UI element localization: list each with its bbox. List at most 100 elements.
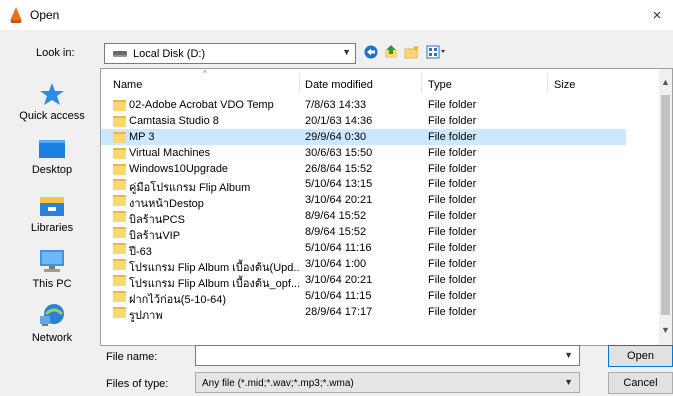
column-type[interactable]: Type bbox=[428, 79, 452, 91]
back-arrow-icon[interactable] bbox=[364, 45, 378, 62]
place-label: Quick access bbox=[19, 110, 85, 122]
file-name-cell: Virtual Machines bbox=[129, 146, 211, 159]
type-cell: File folder bbox=[428, 99, 477, 111]
places-bar: Quick access Desktop Libraries This PC N… bbox=[5, 70, 99, 350]
folder-icon bbox=[113, 179, 126, 191]
file-row[interactable]: ปี-63 5/10/64 11:16 File folder bbox=[101, 240, 626, 258]
type-cell: File folder bbox=[428, 178, 477, 191]
type-cell: File folder bbox=[428, 194, 477, 207]
date-modified-cell: 3/10/64 1:00 bbox=[305, 257, 367, 270]
date-modified-cell: 5/10/64 11:16 bbox=[305, 242, 372, 255]
file-name-cell: Windows10Upgrade bbox=[129, 162, 229, 175]
title-bar: Open × bbox=[0, 0, 673, 30]
file-row[interactable]: MP 3 29/9/64 0:30 File folder bbox=[101, 128, 626, 145]
sort-ascending-icon: ^ bbox=[203, 69, 207, 78]
file-row[interactable]: โปรแกรม Flip Album เบื้องต้น(Upd... 3/10/… bbox=[101, 256, 626, 274]
file-row[interactable]: บิลร้านVIP 8/9/64 15:52 File folder bbox=[101, 224, 626, 242]
open-button[interactable]: Open bbox=[608, 345, 673, 367]
look-in-dropdown[interactable]: Local Disk (D:) ▼ bbox=[104, 43, 356, 64]
date-modified-cell: 5/10/64 11:15 bbox=[305, 289, 372, 302]
close-icon[interactable]: × bbox=[641, 0, 673, 30]
column-divider[interactable] bbox=[547, 73, 548, 93]
place-label: This PC bbox=[32, 278, 72, 290]
place-label: Libraries bbox=[30, 222, 74, 234]
date-modified-cell: 3/10/64 20:21 bbox=[305, 273, 373, 286]
vertical-scrollbar[interactable]: ▲ ▼ bbox=[659, 69, 672, 345]
column-size[interactable]: Size bbox=[554, 79, 575, 91]
scroll-up-icon[interactable]: ▲ bbox=[661, 77, 670, 87]
type-cell: File folder bbox=[428, 146, 477, 159]
type-cell: File folder bbox=[428, 130, 477, 143]
toolbar bbox=[364, 45, 446, 62]
pc-icon bbox=[37, 248, 67, 274]
scroll-down-icon[interactable]: ▼ bbox=[661, 325, 670, 335]
view-menu-icon[interactable] bbox=[426, 45, 446, 62]
open-dialog: Open × Look in: Local Disk (D:) ▼ Quick … bbox=[0, 0, 673, 396]
files-of-type-dropdown[interactable]: Any file (*.mid;*.wav;*.mp3;*.wma) ▼ bbox=[195, 372, 580, 393]
place-label: Network bbox=[31, 332, 73, 344]
folder-icon bbox=[113, 274, 126, 286]
file-row[interactable]: คู่มือโปรแกรม Flip Album 5/10/64 13:15 Fil… bbox=[101, 176, 626, 194]
folder-icon bbox=[113, 100, 126, 111]
look-in-label: Look in: bbox=[36, 47, 75, 59]
place-label: Desktop bbox=[31, 164, 73, 176]
date-modified-cell: 3/10/64 20:21 bbox=[305, 194, 373, 207]
date-modified-cell: 20/1/63 14:36 bbox=[305, 114, 373, 127]
type-cell: File folder bbox=[428, 226, 477, 239]
date-modified-cell: 26/8/64 15:52 bbox=[305, 162, 373, 175]
place-this-pc[interactable]: This PC bbox=[5, 248, 99, 290]
files-of-type-value: Any file (*.mid;*.wav;*.mp3;*.wma) bbox=[202, 378, 354, 389]
column-name[interactable]: Name bbox=[113, 79, 142, 91]
file-list[interactable]: ^ Name Date modified Type Size 02-Adobe … bbox=[100, 68, 673, 346]
type-cell: File folder bbox=[428, 305, 477, 318]
column-divider[interactable] bbox=[299, 73, 300, 93]
place-desktop[interactable]: Desktop bbox=[5, 138, 99, 176]
folder-icon bbox=[113, 243, 126, 255]
file-row[interactable]: โปรแกรม Flip Album เบื้องต้น_opf... 3/10/… bbox=[101, 272, 626, 290]
folder-icon bbox=[113, 195, 126, 207]
file-row[interactable]: บิลร้านPCS 8/9/64 15:52 File folder bbox=[101, 208, 626, 226]
file-row[interactable]: Windows10Upgrade 26/8/64 15:52 File folder bbox=[101, 161, 626, 177]
file-row[interactable]: งานหน้าDestop 3/10/64 20:21 File folder bbox=[101, 192, 626, 210]
file-name-label: File name: bbox=[106, 351, 158, 363]
folder-icon bbox=[113, 227, 126, 239]
type-cell: File folder bbox=[428, 242, 477, 255]
cancel-button[interactable]: Cancel bbox=[608, 372, 673, 394]
file-row[interactable]: Virtual Machines 30/6/63 15:50 File folder bbox=[101, 145, 626, 161]
file-name-input[interactable]: ▼ bbox=[195, 345, 580, 366]
column-divider[interactable] bbox=[421, 73, 422, 93]
folder-icon bbox=[113, 147, 126, 159]
file-row[interactable]: รูปภาพ 28/9/64 17:17 File folder bbox=[101, 304, 626, 322]
chevron-down-icon: ▼ bbox=[342, 47, 351, 57]
file-row[interactable]: 02-Adobe Acrobat VDO Temp 7/8/63 14:33 Fil… bbox=[101, 97, 626, 113]
place-network[interactable]: Network bbox=[5, 302, 99, 344]
folder-icon bbox=[113, 290, 126, 302]
place-quick-access[interactable]: Quick access bbox=[5, 82, 99, 122]
folder-icon bbox=[113, 115, 126, 127]
date-modified-cell: 28/9/64 17:17 bbox=[305, 305, 373, 318]
date-modified-cell: 7/8/63 14:33 bbox=[305, 99, 367, 111]
column-date-modified[interactable]: Date modified bbox=[305, 79, 373, 91]
file-name-cell: 02-Adobe Acrobat VDO Temp bbox=[129, 99, 274, 111]
window-title: Open bbox=[30, 8, 60, 22]
date-modified-cell: 5/10/64 13:15 bbox=[305, 178, 373, 191]
type-cell: File folder bbox=[428, 289, 477, 302]
file-name-cell: รูปภาพ bbox=[129, 309, 163, 322]
scrollbar-thumb[interactable] bbox=[661, 95, 670, 315]
file-row[interactable]: ฝากไว้ก่อน(5-10-64) 5/10/64 11:15 File fol… bbox=[101, 288, 626, 306]
folder-icon bbox=[113, 258, 126, 270]
star-icon bbox=[39, 82, 65, 106]
folder-icon bbox=[113, 306, 126, 318]
app-icon bbox=[8, 6, 24, 24]
chevron-down-icon[interactable]: ▼ bbox=[564, 350, 573, 360]
folder-icon bbox=[113, 211, 126, 223]
drive-icon bbox=[113, 50, 127, 57]
place-libraries[interactable]: Libraries bbox=[5, 194, 99, 234]
file-rows: 02-Adobe Acrobat VDO Temp 7/8/63 14:33 Fil… bbox=[101, 97, 661, 322]
file-row[interactable]: Camtasia Studio 8 20/1/63 14:36 File folde… bbox=[101, 113, 626, 129]
new-folder-icon[interactable] bbox=[404, 45, 420, 62]
up-folder-icon[interactable] bbox=[384, 45, 398, 62]
type-cell: File folder bbox=[428, 257, 477, 270]
file-name-cell: MP 3 bbox=[129, 130, 155, 143]
type-cell: File folder bbox=[428, 162, 477, 175]
